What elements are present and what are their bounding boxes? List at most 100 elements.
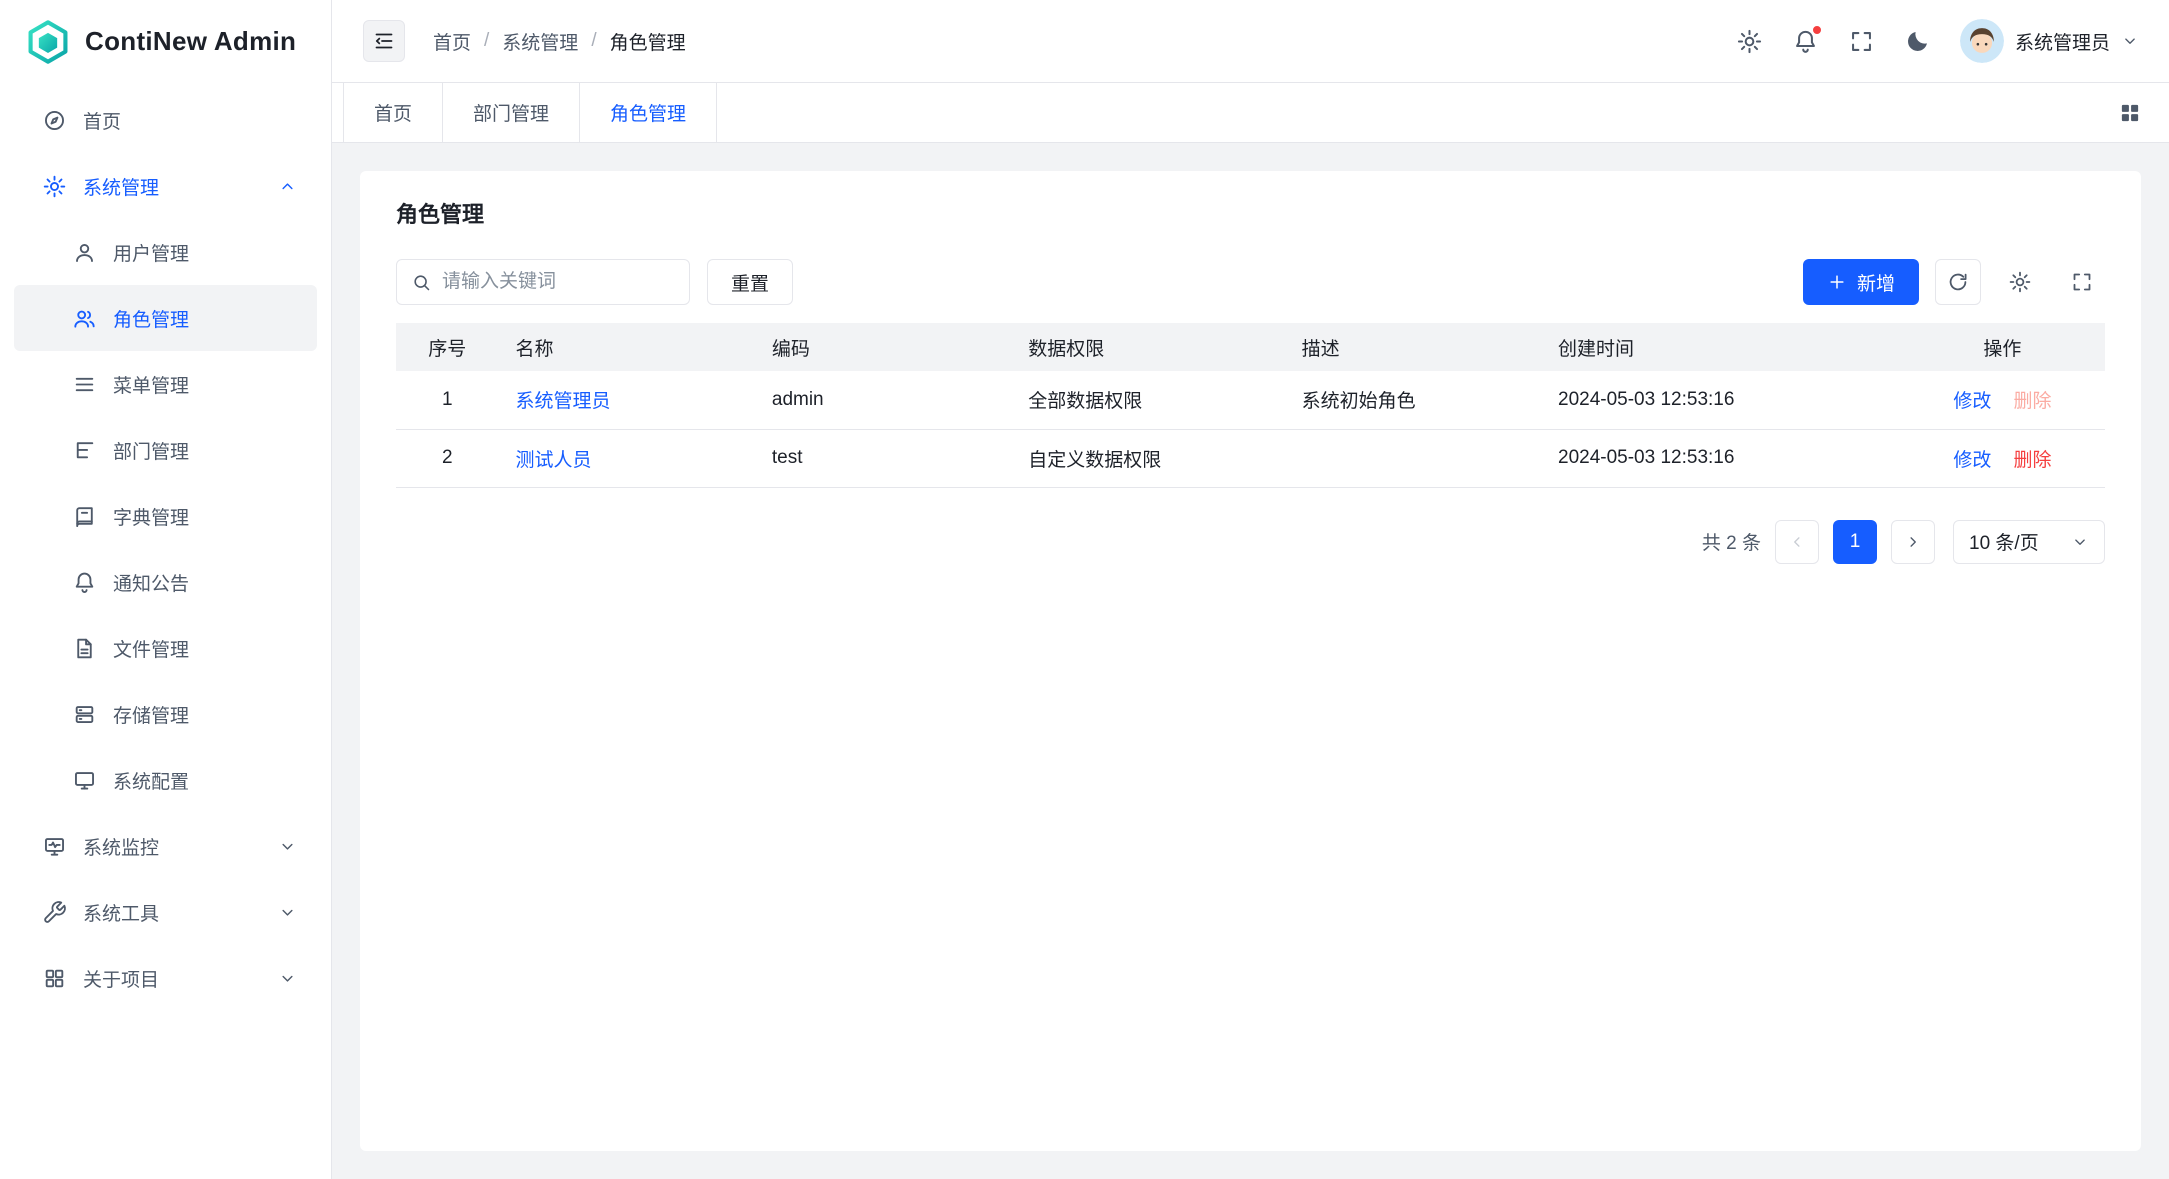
delete-button-disabled[interactable]: 删除 (2013, 391, 2051, 412)
display-icon (72, 768, 97, 793)
sidebar: ContiNew Admin 首页 系统管理 用户管理 角色管理 菜单管理 (0, 0, 332, 1179)
breadcrumb-separator: / (484, 30, 489, 52)
role-management-card: 角色管理 重置 新增 (360, 171, 2141, 1151)
user-icon (72, 240, 97, 265)
storage-icon (72, 702, 97, 727)
sidebar-item-storage-management[interactable]: 存储管理 (14, 681, 317, 747)
toolbar-right: 新增 (1803, 259, 2105, 305)
app-title: ContiNew Admin (85, 26, 296, 57)
cell-data-scope: 全部数据权限 (1011, 371, 1284, 429)
sidebar-item-about-project[interactable]: 关于项目 (14, 945, 317, 1011)
add-button[interactable]: 新增 (1803, 259, 1919, 305)
page-size-select[interactable]: 10 条/页 (1953, 520, 2105, 564)
breadcrumb-item-home[interactable]: 首页 (433, 28, 471, 55)
column-header-data-scope: 数据权限 (1011, 323, 1284, 371)
sidebar-item-system-config[interactable]: 系统配置 (14, 747, 317, 813)
pagination: 共 2 条 1 10 条/页 (396, 520, 2105, 564)
cell-created-at: 2024-05-03 12:53:16 (1541, 429, 1900, 487)
search-input[interactable] (442, 271, 675, 293)
pagination-prev-button[interactable] (1775, 520, 1819, 564)
table-fullscreen-button[interactable] (2059, 259, 2105, 305)
file-icon (72, 636, 97, 661)
sidebar-item-dictionary-management[interactable]: 字典管理 (14, 483, 317, 549)
sidebar-item-user-management[interactable]: 用户管理 (14, 219, 317, 285)
column-header-created-at: 创建时间 (1541, 323, 1900, 371)
fullscreen-icon (1848, 28, 1875, 55)
cell-description (1285, 429, 1541, 487)
chevron-up-icon (278, 177, 297, 196)
monitor-icon (42, 834, 67, 859)
sidebar-item-home[interactable]: 首页 (14, 87, 317, 153)
table-toolbar: 重置 新增 (396, 259, 2105, 305)
gear-icon (2008, 270, 2032, 294)
chevron-down-icon (278, 837, 297, 856)
tab-role-management[interactable]: 角色管理 (580, 83, 717, 142)
sidebar-submenu-system-management: 用户管理 角色管理 菜单管理 部门管理 字典管理 通知公告 (0, 219, 331, 813)
tree-icon (72, 438, 97, 463)
table-row: 2 测试人员 test 自定义数据权限 2024-05-03 12:53:16 … (396, 429, 2105, 487)
sidebar-item-role-management[interactable]: 角色管理 (14, 285, 317, 351)
user-menu[interactable]: 系统管理员 (1960, 19, 2139, 63)
grid-icon (42, 966, 67, 991)
role-table: 序号 名称 编码 数据权限 描述 创建时间 操作 1 系统管理员 admin 全 (396, 323, 2105, 488)
dark-mode-toggle[interactable] (1904, 28, 1931, 55)
hexagon-logo-icon (26, 20, 70, 64)
search-box (396, 259, 690, 305)
fullscreen-icon (2070, 270, 2094, 294)
sidebar-item-system-monitor[interactable]: 系统监控 (14, 813, 317, 879)
sidebar-collapse-button[interactable] (363, 20, 405, 62)
refresh-button[interactable] (1935, 259, 1981, 305)
apps-grid-icon (2117, 100, 2143, 126)
table-row: 1 系统管理员 admin 全部数据权限 系统初始角色 2024-05-03 1… (396, 371, 2105, 429)
sidebar-item-system-management[interactable]: 系统管理 (14, 153, 317, 219)
sidebar-item-notice[interactable]: 通知公告 (14, 549, 317, 615)
role-name-link[interactable]: 系统管理员 (516, 391, 611, 412)
sidebar-item-menu-management[interactable]: 菜单管理 (14, 351, 317, 417)
table-header-row: 序号 名称 编码 数据权限 描述 创建时间 操作 (396, 323, 2105, 371)
chevron-left-icon (1788, 533, 1806, 551)
settings-button[interactable] (1736, 28, 1763, 55)
role-name-link[interactable]: 测试人员 (516, 450, 592, 471)
sidebar-item-department-management[interactable]: 部门管理 (14, 417, 317, 483)
sidebar-menu: 首页 系统管理 用户管理 角色管理 菜单管理 部门管理 (0, 83, 331, 1011)
fullscreen-button[interactable] (1848, 28, 1875, 55)
chevron-down-icon (2121, 32, 2139, 50)
tab-actions-button[interactable] (2117, 83, 2169, 142)
topbar: 首页 / 系统管理 / 角色管理 (332, 0, 2169, 83)
column-header-no: 序号 (396, 323, 499, 371)
tab-department-management[interactable]: 部门管理 (443, 83, 580, 142)
pagination-next-button[interactable] (1891, 520, 1935, 564)
sidebar-item-system-tools[interactable]: 系统工具 (14, 879, 317, 945)
notification-badge (1811, 24, 1823, 36)
pagination-total: 共 2 条 (1702, 528, 1761, 555)
refresh-icon (1946, 270, 1970, 294)
column-header-name: 名称 (499, 323, 755, 371)
chevron-down-icon (278, 903, 297, 922)
gear-icon (1736, 28, 1763, 55)
menu-fold-icon (372, 29, 396, 53)
delete-button[interactable]: 删除 (2013, 450, 2051, 471)
cell-code: test (755, 429, 1011, 487)
app-logo: ContiNew Admin (0, 0, 331, 83)
column-header-actions: 操作 (1900, 323, 2105, 371)
breadcrumb-item-system[interactable]: 系统管理 (502, 28, 578, 55)
edit-button[interactable]: 修改 (1953, 450, 1991, 471)
book-icon (72, 504, 97, 529)
page-title: 角色管理 (396, 197, 2105, 229)
reset-button[interactable]: 重置 (707, 259, 793, 305)
edit-button[interactable]: 修改 (1953, 391, 1991, 412)
notifications-button[interactable] (1792, 28, 1819, 55)
column-header-code: 编码 (755, 323, 1011, 371)
tab-home[interactable]: 首页 (343, 83, 443, 142)
sidebar-item-file-management[interactable]: 文件管理 (14, 615, 317, 681)
pagination-page-1[interactable]: 1 (1833, 520, 1877, 564)
chevron-down-icon (2059, 533, 2089, 551)
breadcrumb-item-role[interactable]: 角色管理 (610, 28, 686, 55)
column-settings-button[interactable] (1997, 259, 2043, 305)
breadcrumb-separator: / (591, 30, 596, 52)
avatar (1960, 19, 2004, 63)
cell-description: 系统初始角色 (1285, 371, 1541, 429)
users-icon (72, 306, 97, 331)
cell-data-scope: 自定义数据权限 (1011, 429, 1284, 487)
chevron-right-icon (1904, 533, 1922, 551)
